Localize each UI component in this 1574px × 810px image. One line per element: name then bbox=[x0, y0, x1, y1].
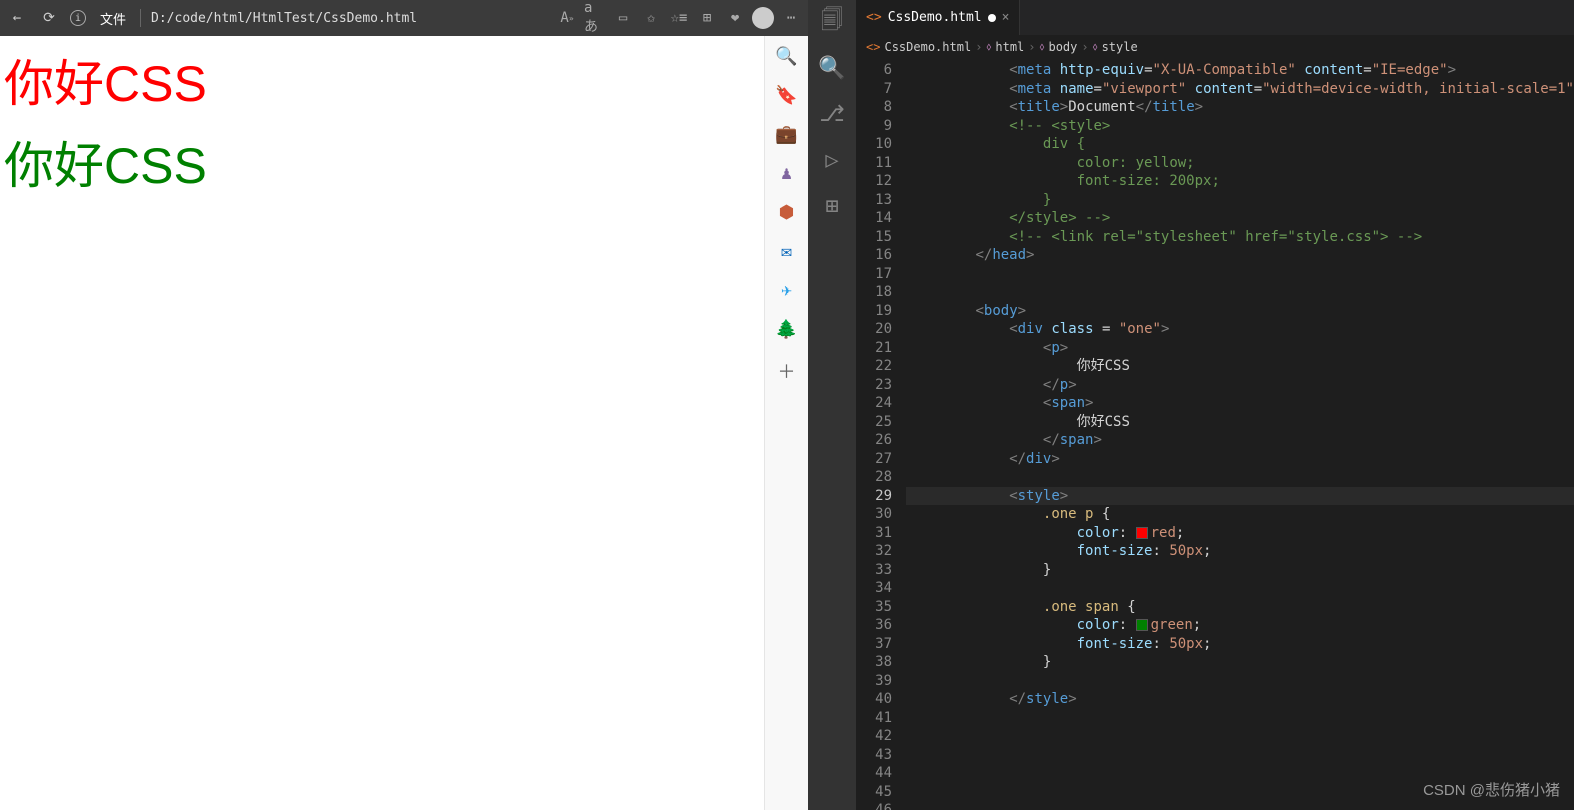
reader-icon[interactable]: ▭ bbox=[612, 7, 634, 29]
chevron-right-icon: › bbox=[1081, 40, 1088, 54]
tag-icon[interactable]: 🔖 bbox=[775, 85, 797, 106]
edge-sidebar: 🔍 🔖 💼 ♟ ⬢ ✉ ✈ 🌲 ＋ bbox=[764, 36, 808, 810]
tab-row: <> CssDemo.html × bbox=[856, 0, 1574, 35]
refresh-icon[interactable]: ⟳ bbox=[38, 7, 60, 29]
search-icon[interactable]: 🔍 bbox=[818, 54, 846, 82]
outlook-icon[interactable]: ✉ bbox=[781, 241, 792, 262]
back-icon[interactable]: ← bbox=[6, 7, 28, 29]
source-control-icon[interactable]: ⎇ bbox=[818, 100, 846, 128]
watermark: CSDN @悲伤猪小猪 bbox=[1423, 779, 1560, 800]
info-icon[interactable]: i bbox=[70, 10, 86, 26]
plus-icon[interactable]: ＋ bbox=[778, 358, 796, 384]
favorites-bar-icon[interactable]: ☆≡ bbox=[668, 7, 690, 29]
office-icon[interactable]: ⬢ bbox=[779, 202, 795, 223]
text-size-icon[interactable]: A» bbox=[556, 7, 578, 29]
tab-label: CssDemo.html bbox=[888, 10, 982, 25]
explorer-icon[interactable]: 🗐 bbox=[818, 8, 846, 36]
chess-icon[interactable]: ♟ bbox=[781, 163, 792, 184]
chevron-right-icon: › bbox=[1028, 40, 1035, 54]
search-icon[interactable]: 🔍 bbox=[775, 46, 797, 67]
translate-icon[interactable]: aあ bbox=[584, 7, 606, 29]
profile-avatar[interactable] bbox=[752, 7, 774, 29]
browser-window: ← ⟳ i 文件 D:/code/html/HtmlTest/CssDemo.h… bbox=[0, 0, 808, 810]
file-label: 文件 bbox=[96, 9, 130, 28]
extensions-icon[interactable]: ⊞ bbox=[818, 192, 846, 220]
vscode-window: 🗐 🔍 ⎇ ▷ ⊞ <> CssDemo.html × <> CssDemo.h… bbox=[808, 0, 1574, 810]
separator bbox=[140, 9, 141, 27]
green-text: 你好CSS bbox=[4, 138, 207, 194]
favorite-icon[interactable]: ✩ bbox=[640, 7, 662, 29]
breadcrumb-html: html bbox=[995, 40, 1024, 54]
breadcrumb-file: CssDemo.html bbox=[884, 40, 971, 54]
html-file-icon: <> bbox=[866, 40, 880, 54]
more-icon[interactable]: ⋯ bbox=[780, 7, 802, 29]
code-editor[interactable]: 6789101112131415161718192021222324252627… bbox=[856, 59, 1574, 810]
send-icon[interactable]: ✈ bbox=[781, 280, 792, 301]
rendered-page: 你好CSS 你好CSS bbox=[0, 36, 808, 810]
run-debug-icon[interactable]: ▷ bbox=[818, 146, 846, 174]
code-content[interactable]: <meta http-equiv="X-UA-Compatible" conte… bbox=[906, 59, 1574, 810]
tab-cssdemo[interactable]: <> CssDemo.html × bbox=[856, 0, 1020, 35]
url-text[interactable]: D:/code/html/HtmlTest/CssDemo.html bbox=[151, 11, 546, 26]
line-gutter: 6789101112131415161718192021222324252627… bbox=[856, 59, 906, 810]
symbol-icon: ⬨ bbox=[986, 40, 991, 54]
close-tab-icon[interactable]: × bbox=[1002, 10, 1010, 25]
briefcase-icon[interactable]: 💼 bbox=[775, 124, 797, 145]
red-text: 你好CSS bbox=[4, 44, 804, 116]
modified-dot-icon bbox=[988, 14, 996, 22]
symbol-icon: ⬨ bbox=[1040, 40, 1045, 54]
tree-icon[interactable]: 🌲 bbox=[775, 319, 797, 340]
html-file-icon: <> bbox=[866, 10, 882, 25]
chevron-right-icon: › bbox=[975, 40, 982, 54]
breadcrumb-style: style bbox=[1102, 40, 1138, 54]
collections-icon[interactable]: ⊞ bbox=[696, 7, 718, 29]
editor-wrap: <> CssDemo.html × <> CssDemo.html › ⬨ ht… bbox=[856, 0, 1574, 810]
address-bar: ← ⟳ i 文件 D:/code/html/HtmlTest/CssDemo.h… bbox=[0, 0, 808, 36]
heart-icon[interactable]: ❤ bbox=[724, 7, 746, 29]
breadcrumb-body: body bbox=[1048, 40, 1077, 54]
symbol-icon: ⬨ bbox=[1093, 40, 1098, 54]
activity-bar: 🗐 🔍 ⎇ ▷ ⊞ bbox=[808, 0, 856, 810]
breadcrumb[interactable]: <> CssDemo.html › ⬨ html › ⬨ body › ⬨ st… bbox=[856, 35, 1574, 59]
